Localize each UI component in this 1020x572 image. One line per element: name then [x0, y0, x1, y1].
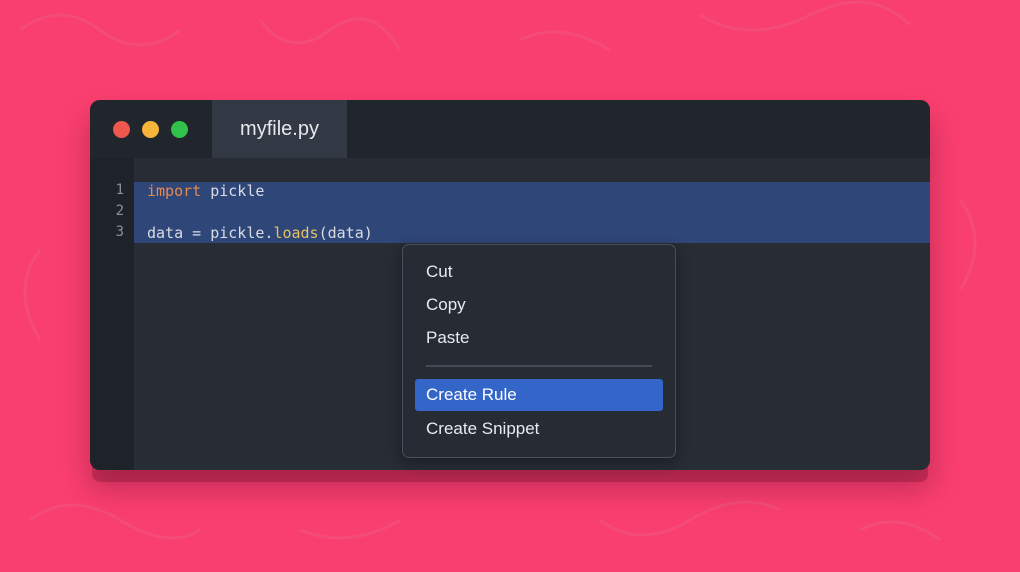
- minimize-window-button[interactable]: [142, 121, 159, 138]
- function-loads: loads: [273, 224, 319, 242]
- menu-item-cut[interactable]: Cut: [415, 256, 663, 288]
- line-number: 1: [115, 182, 124, 198]
- close-window-button[interactable]: [113, 121, 130, 138]
- line-number: 2: [115, 203, 124, 219]
- tab-myfile[interactable]: myfile.py: [212, 100, 347, 158]
- maximize-window-button[interactable]: [171, 121, 188, 138]
- title-bar: myfile.py: [90, 100, 930, 158]
- code-line-3[interactable]: data = pickle.loads(data): [147, 224, 373, 242]
- code-line-1[interactable]: import pickle: [147, 182, 264, 200]
- menu-item-copy[interactable]: Copy: [415, 289, 663, 321]
- line-number: 3: [115, 224, 124, 240]
- code-text: data = pickle.: [147, 224, 274, 242]
- menu-divider: [426, 365, 652, 367]
- menu-item-paste[interactable]: Paste: [415, 322, 663, 354]
- line-number-gutter: 1 2 3: [90, 158, 134, 470]
- context-menu: Cut Copy Paste Create Rule Create Snippe…: [402, 244, 676, 458]
- menu-item-create-rule[interactable]: Create Rule: [415, 379, 663, 411]
- code-text: pickle: [201, 182, 265, 200]
- code-text: (data): [318, 224, 373, 242]
- keyword-import: import: [147, 182, 202, 200]
- menu-item-create-snippet[interactable]: Create Snippet: [415, 413, 663, 445]
